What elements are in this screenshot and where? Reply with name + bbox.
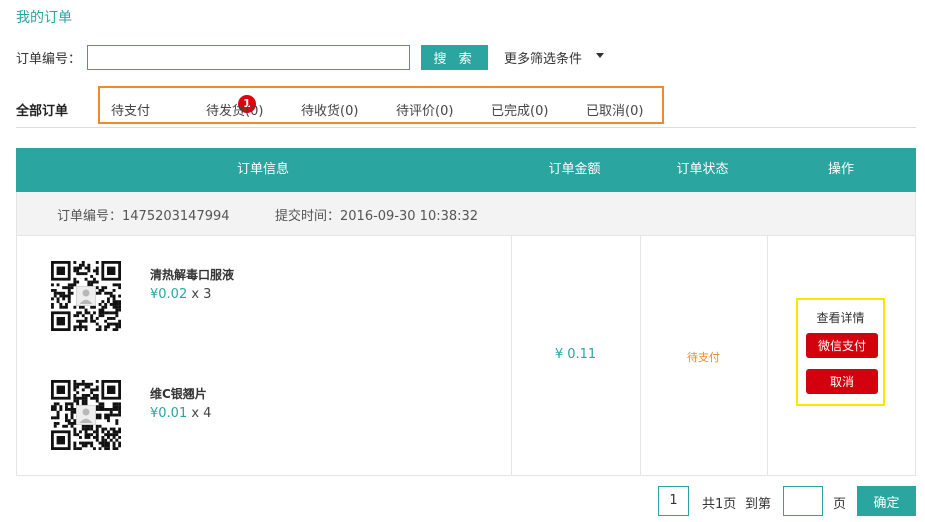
wechat-pay-button[interactable]: 微信支付 bbox=[806, 333, 878, 358]
order-amount: ¥ 0.11 bbox=[554, 347, 597, 362]
product-name[interactable]: 清热解毒口服液 bbox=[150, 266, 234, 283]
order-actions: 查看详情 微信支付 取消 bbox=[796, 298, 885, 406]
product-price: ¥0.01 bbox=[150, 406, 188, 421]
tab-pending-payment[interactable]: 待支付 bbox=[111, 100, 150, 119]
column-divider bbox=[767, 236, 768, 475]
more-filters-toggle[interactable]: 更多筛选条件 bbox=[504, 48, 605, 67]
page-number-current[interactable]: 1 bbox=[658, 486, 689, 516]
product-price-line: ¥0.02 x 3 bbox=[150, 287, 211, 302]
tab-pending-review[interactable]: 待评价(0) bbox=[396, 100, 453, 119]
cancel-order-button[interactable]: 取消 bbox=[806, 369, 878, 394]
confirm-page-button[interactable]: 确定 bbox=[857, 486, 916, 516]
total-pages-text: 共1页 bbox=[702, 497, 737, 512]
tab-completed[interactable]: 已完成(0) bbox=[491, 100, 548, 119]
order-time-text: 提交时间：2016-09-30 10:38:32 bbox=[275, 209, 479, 224]
order-number-label: 订单编号： bbox=[16, 51, 82, 67]
order-tabs: 全部订单 待支付 1 待发货(0) 待收货(0) 待评价(0) 已完成(0) 已… bbox=[16, 86, 916, 128]
tab-pending-shipment[interactable]: 待发货(0) bbox=[206, 100, 263, 119]
product-quantity: x 3 bbox=[191, 287, 212, 302]
goto-suffix-text: 页 bbox=[833, 497, 847, 512]
view-details-link[interactable]: 查看详情 bbox=[798, 309, 883, 326]
product-name[interactable]: 维C银翘片 bbox=[150, 385, 207, 402]
page-title: 我的订单 bbox=[16, 10, 72, 26]
product-price: ¥0.02 bbox=[150, 287, 188, 302]
order-meta-row: 订单编号：1475203147994 提交时间：2016-09-30 10:38… bbox=[16, 192, 916, 235]
product-qr-code bbox=[51, 261, 121, 331]
tab-all-orders[interactable]: 全部订单 bbox=[16, 100, 68, 119]
more-filters-label: 更多筛选条件 bbox=[504, 51, 583, 67]
order-status: 待支付 bbox=[687, 351, 720, 364]
order-number-text: 订单编号：1475203147994 bbox=[57, 209, 230, 224]
goto-prefix-text: 到第 bbox=[745, 497, 772, 512]
header-order-amount: 订单金额 bbox=[548, 162, 601, 177]
header-actions: 操作 bbox=[827, 162, 854, 177]
product-quantity: x 4 bbox=[191, 406, 212, 421]
status-tabs-group: 待支付 1 待发货(0) 待收货(0) 待评价(0) 已完成(0) 已取消(0) bbox=[98, 86, 664, 124]
pagination: 1 共1页 到第 页 确定 bbox=[658, 486, 916, 516]
table-header: 订单信息 订单金额 订单状态 操作 bbox=[16, 148, 916, 192]
tab-pending-receipt[interactable]: 待收货(0) bbox=[301, 100, 358, 119]
product-price-line: ¥0.01 x 4 bbox=[150, 406, 211, 421]
tab-cancelled[interactable]: 已取消(0) bbox=[586, 100, 643, 119]
caret-down-icon bbox=[596, 52, 605, 58]
goto-page-input[interactable] bbox=[783, 486, 823, 516]
order-number-input[interactable] bbox=[87, 44, 411, 70]
order-row: 清热解毒口服液 ¥0.02 x 3 维C银翘片 ¥0.01 x 4 ¥ 0.11… bbox=[16, 235, 916, 476]
search-button[interactable]: 搜 索 bbox=[421, 44, 489, 70]
product-qr-code bbox=[51, 380, 121, 450]
header-order-info: 订单信息 bbox=[236, 162, 289, 177]
header-order-status: 订单状态 bbox=[676, 162, 729, 177]
search-bar: 订单编号： 搜 索 更多筛选条件 bbox=[16, 44, 716, 70]
